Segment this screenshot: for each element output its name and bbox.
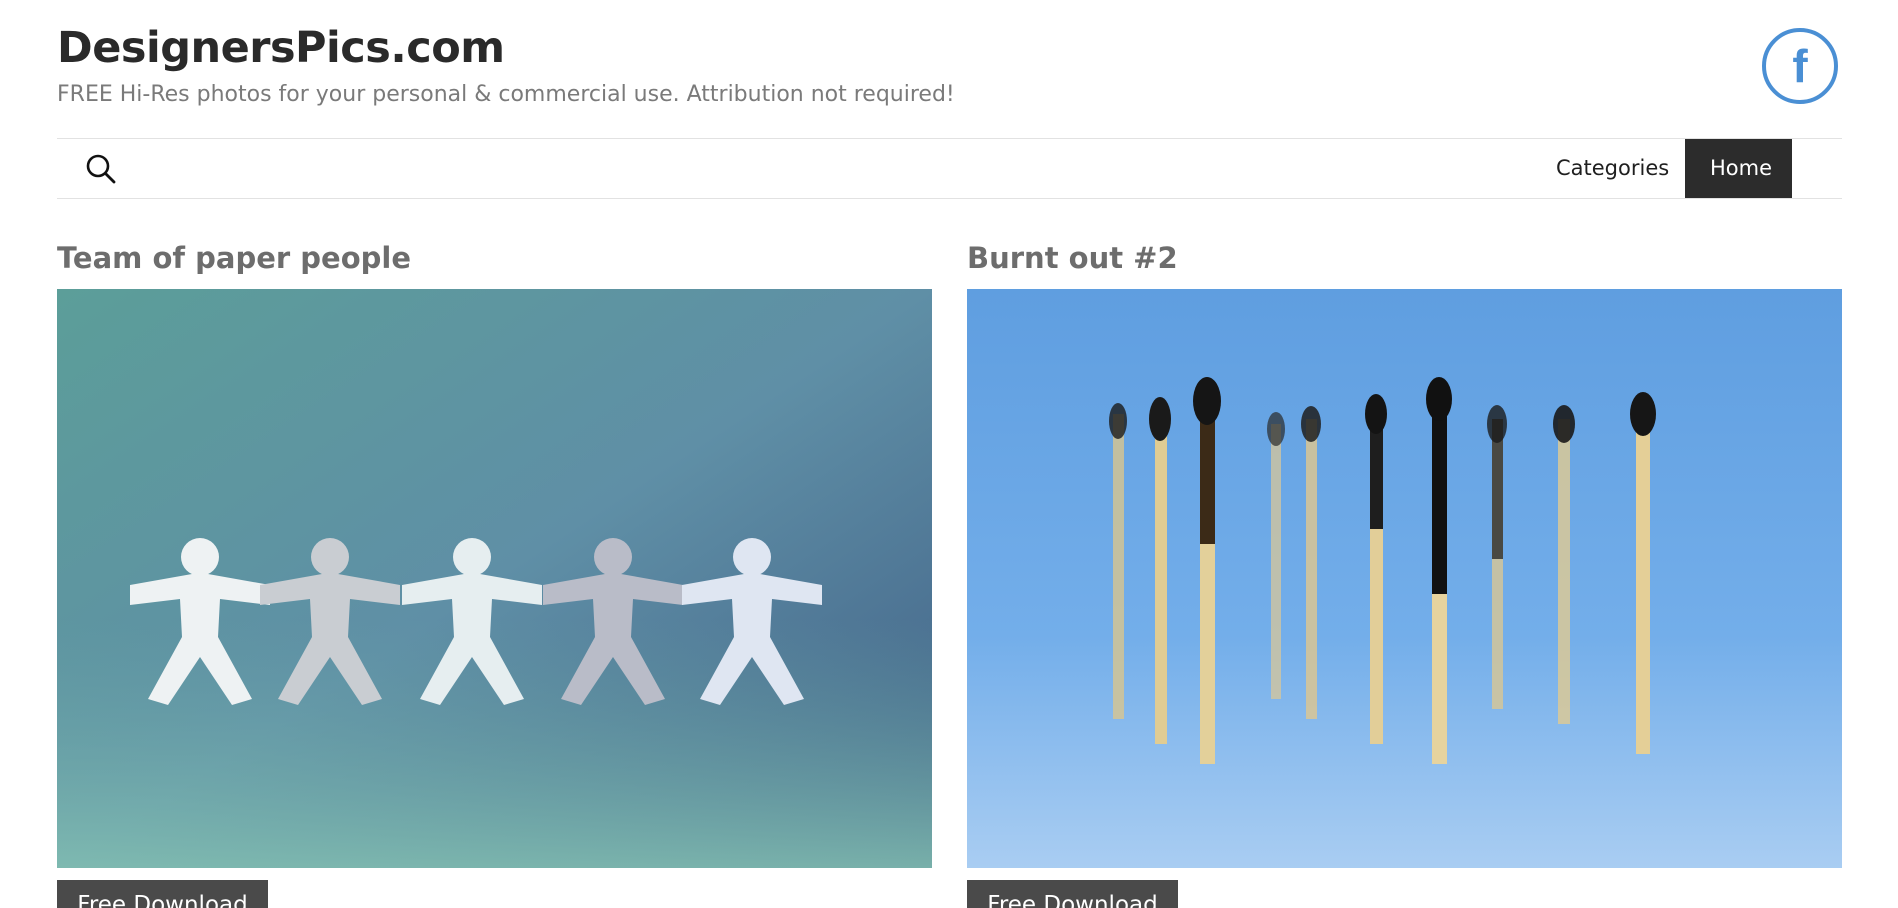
page: DesignersPics.com FREE Hi-Res photos for… bbox=[0, 0, 1898, 908]
post-title[interactable]: Team of paper people bbox=[57, 236, 932, 289]
post-card: Burnt out #2 Free Download bbox=[967, 236, 1842, 908]
search-icon bbox=[86, 154, 116, 184]
search-button[interactable] bbox=[85, 153, 117, 185]
nav-categories[interactable]: Categories bbox=[1531, 139, 1684, 198]
free-download-button[interactable]: Free Download bbox=[57, 880, 268, 908]
site-tagline: FREE Hi-Res photos for your personal & c… bbox=[57, 82, 955, 107]
paper-people-photo[interactable] bbox=[57, 289, 932, 868]
free-download-button[interactable]: Free Download bbox=[967, 880, 1178, 908]
facebook-icon: f bbox=[1792, 40, 1808, 92]
main-navigation: Categories Home bbox=[57, 138, 1842, 199]
facebook-link[interactable]: f bbox=[1762, 28, 1838, 104]
site-title[interactable]: DesignersPics.com bbox=[57, 20, 505, 76]
nav-home[interactable]: Home bbox=[1685, 139, 1792, 198]
post-card: Team of paper people Free Download bbox=[57, 236, 932, 908]
post-title[interactable]: Burnt out #2 bbox=[967, 236, 1842, 289]
burnt-matches-photo[interactable] bbox=[967, 289, 1842, 868]
